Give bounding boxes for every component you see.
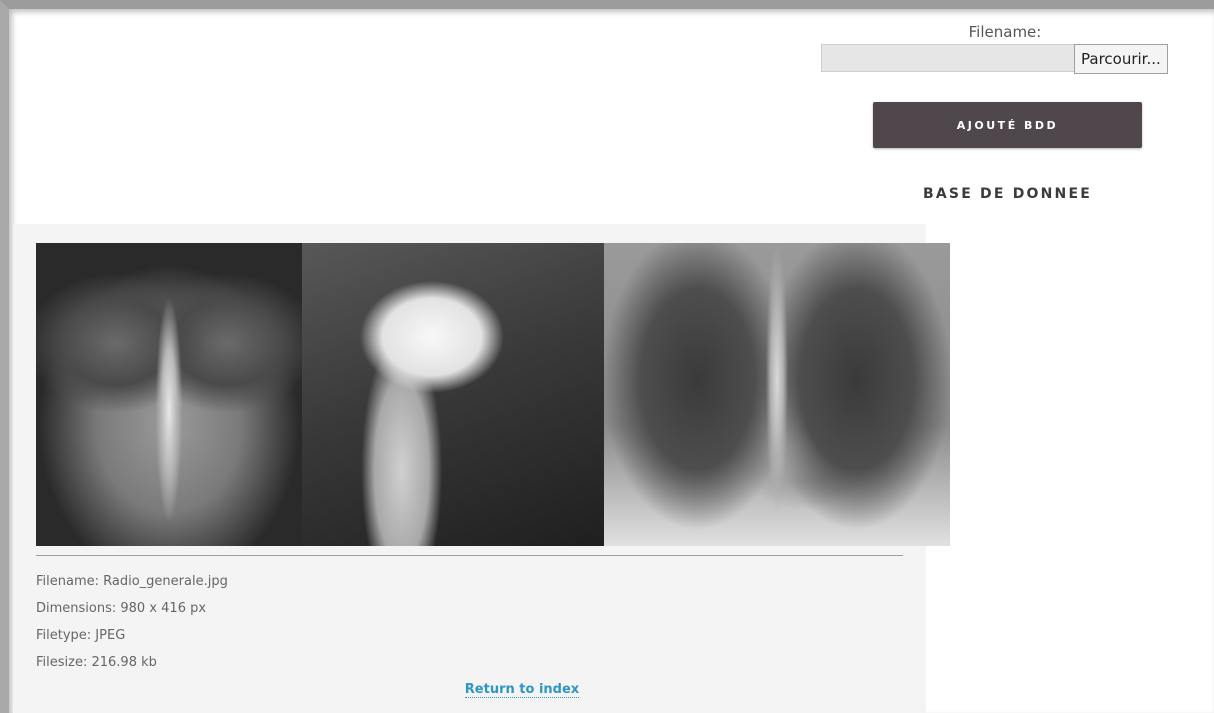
file-upload-control: Parcourir... (821, 44, 1168, 74)
xray-image (36, 243, 950, 546)
image-details-panel: Filename: Radio_generale.jpg Dimensions:… (13, 224, 950, 713)
xray-spine-panel (36, 243, 302, 546)
filesize-info: Filesize: 216.98 kb (36, 655, 157, 670)
filename-label: Filename: (968, 23, 1042, 41)
browse-button[interactable]: Parcourir... (1074, 44, 1168, 74)
database-link[interactable]: BASE DE DONNEE (873, 186, 1142, 202)
add-to-database-button[interactable]: AJOUTÉ BDD (873, 102, 1142, 148)
xray-chest-panel (604, 243, 950, 546)
filetype-info: Filetype: JPEG (36, 628, 126, 643)
xray-shoulder-panel (302, 243, 604, 546)
filename-info: Filename: Radio_generale.jpg (36, 574, 228, 589)
return-to-index-label[interactable]: Return to index (464, 682, 580, 698)
dimensions-info: Dimensions: 980 x 416 px (36, 601, 207, 616)
divider (36, 555, 903, 556)
file-path-field[interactable] (821, 44, 1074, 72)
return-to-index-link[interactable]: Return to index (13, 682, 1031, 698)
